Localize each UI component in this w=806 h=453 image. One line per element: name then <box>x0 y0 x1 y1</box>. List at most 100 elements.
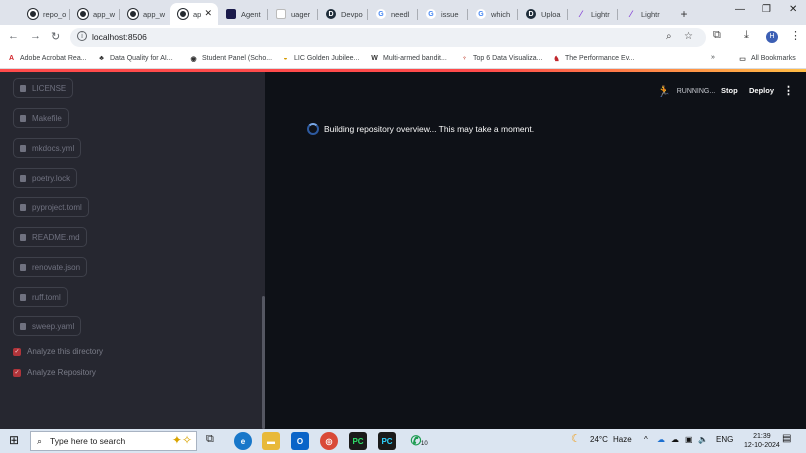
file-button[interactable]: LICENSE <box>13 78 74 98</box>
taskbar: ⊞ ⌕ Type here to search ✦✧ ⧉ e ▬ O ◎ PC … <box>0 429 806 453</box>
stop-button[interactable]: Stop <box>721 86 738 95</box>
site-info-icon[interactable]: i <box>77 31 87 41</box>
chevron-up-icon[interactable]: ^ <box>644 435 648 444</box>
avatar[interactable]: H <box>766 31 778 43</box>
restore-icon[interactable]: ❐ <box>762 4 771 15</box>
tab-label: uager <box>291 9 311 19</box>
download-icon[interactable]: ⤓ <box>744 29 749 42</box>
edge-icon[interactable]: e <box>234 432 252 450</box>
github-icon <box>28 9 38 19</box>
pycharm-ce-icon[interactable]: PC <box>349 432 367 450</box>
file-button[interactable]: pyproject.toml <box>13 197 89 217</box>
adobe-icon: A <box>8 55 15 62</box>
browser-tab[interactable]: uager <box>268 3 318 25</box>
close-tab-icon[interactable]: ✕ <box>204 8 212 19</box>
bookmark-star-icon[interactable]: ☆ <box>684 31 693 42</box>
browser-tab[interactable]: Gneedl <box>368 3 418 25</box>
taskbar-search[interactable]: ⌕ Type here to search ✦✧ <box>30 431 197 451</box>
bookmark-item[interactable]: A Adobe Acrobat Rea... <box>7 54 87 63</box>
file-button[interactable]: renovate.json <box>13 257 88 277</box>
display-icon[interactable]: ▣ <box>685 435 693 444</box>
file-explorer-icon[interactable]: ▬ <box>262 432 280 450</box>
github-icon <box>128 9 138 19</box>
extensions-icon[interactable]: ⧉ <box>713 29 721 42</box>
google-icon: G <box>426 9 436 19</box>
new-tab-icon[interactable]: + <box>674 3 694 25</box>
address-url[interactable]: localhost:8506 <box>92 32 147 42</box>
checkbox-checked-icon[interactable]: ✓ <box>13 347 21 356</box>
file-icon <box>20 322 26 330</box>
browser-tab[interactable]: Gwhich <box>468 3 518 25</box>
loading-spinner: Building repository overview... This may… <box>307 123 534 135</box>
more-bookmarks-icon[interactable]: » <box>711 54 715 61</box>
lic-icon: ◒ <box>283 55 288 62</box>
weather-temp[interactable]: 24°C <box>590 435 608 444</box>
browser-tab[interactable]: ⁄ Lightr <box>568 3 618 25</box>
google-icon: G <box>476 9 486 19</box>
deploy-button[interactable]: Deploy <box>749 86 774 95</box>
back-icon[interactable]: ← <box>8 30 19 42</box>
bookmark-item[interactable]: ♣ Data Quality for AI... <box>97 54 172 63</box>
bookmark-item[interactable]: ◉ Student Panel (Scho... <box>189 54 272 63</box>
browser-tab[interactable]: Agent <box>218 3 268 25</box>
analyze-directory-checkbox[interactable]: ✓ Analyze this directory <box>13 347 103 356</box>
notifications-icon[interactable]: ▤ <box>782 433 791 444</box>
wikipedia-icon: W <box>371 55 378 62</box>
browser-tab[interactable]: D Uploa <box>518 3 568 25</box>
reload-icon[interactable]: ↻ <box>51 30 60 43</box>
onedrive-icon[interactable]: ☁ <box>657 435 665 444</box>
outlook-icon[interactable]: O <box>291 432 309 450</box>
tab-label: repo_o <box>43 9 67 19</box>
checkbox-checked-icon[interactable]: ✓ <box>13 368 21 377</box>
bookmark-item[interactable]: ♞ The Performance Ev... <box>552 54 634 63</box>
browser-tab[interactable]: app_w <box>120 3 170 25</box>
file-icon <box>20 144 26 152</box>
task-view-icon[interactable]: ⧉ <box>206 433 214 446</box>
browser-tab[interactable]: D Devpo <box>318 3 368 25</box>
minimize-icon[interactable]: — <box>735 4 745 15</box>
file-icon <box>20 203 26 211</box>
navigation-bar: ← → ↻ i localhost:8506 ⌕ ☆ <box>0 25 806 49</box>
analyze-repository-checkbox[interactable]: ✓ Analyze Repository <box>13 368 96 377</box>
browser-tab[interactable]: app_w <box>70 3 120 25</box>
bookmark-item[interactable]: W Multi-armed bandit... <box>370 54 447 63</box>
spinner-text: Building repository overview... This may… <box>324 124 535 134</box>
file-button[interactable]: mkdocs.yml <box>13 138 82 158</box>
pycharm-icon[interactable]: PC <box>378 432 396 450</box>
browser-tab-active[interactable]: ap ✕ <box>170 3 218 25</box>
clock-date: 12-10-2024 <box>744 442 780 449</box>
file-button[interactable]: Makefile <box>13 108 69 128</box>
speaker-icon[interactable]: 🔈 <box>698 435 708 444</box>
bookmark-item[interactable]: ◒ LIC Golden Jubilee... <box>281 54 359 63</box>
running-man-icon: 🏃 <box>657 86 671 98</box>
tab-label: issue <box>441 9 459 19</box>
browser-tab[interactable]: repo_o <box>20 3 70 25</box>
cloud-icon[interactable]: ☁ <box>671 435 679 444</box>
data-icon: ♣ <box>99 55 104 62</box>
tab-label: Devpo <box>341 9 363 19</box>
all-bookmarks[interactable]: ▭ All Bookmarks <box>738 54 796 63</box>
copilot-sparkle-icon: ✦✧ <box>171 433 192 447</box>
browser-tab[interactable]: ⁄ Lightr <box>618 3 668 25</box>
windows-start-icon[interactable]: ⊞ <box>9 433 19 447</box>
app-menu-icon[interactable]: ⋮ <box>783 84 794 97</box>
chrome-icon[interactable]: ◎ <box>320 432 338 450</box>
zoom-icon[interactable]: ⌕ <box>666 31 672 42</box>
globe-icon: ◉ <box>190 55 197 63</box>
tab-strip: repo_o app_w app_w ap ✕ Agent uager D Devp… <box>0 0 806 25</box>
file-button[interactable]: sweep.yaml <box>13 316 82 336</box>
forward-icon[interactable]: → <box>30 30 41 42</box>
weather-desc[interactable]: Haze <box>613 435 632 444</box>
bookmarks-bar: A Adobe Acrobat Rea... ♣ Data Quality for … <box>0 49 806 69</box>
bookmark-item[interactable]: ♆ Top 6 Data Visualiza... <box>460 54 543 63</box>
menu-kebab-icon[interactable]: ⋮ <box>790 29 801 42</box>
file-button[interactable]: ruff.toml <box>13 287 68 307</box>
address-bar[interactable]: i localhost:8506 ⌕ ☆ <box>70 28 706 47</box>
agenta-icon <box>226 9 236 19</box>
file-button[interactable]: README.md <box>13 227 87 247</box>
close-window-icon[interactable]: ✕ <box>789 4 797 15</box>
system-clock[interactable]: 21:39 12-10-2024 <box>744 432 780 450</box>
browser-tab[interactable]: Gissue <box>418 3 468 25</box>
language-indicator[interactable]: ENG <box>716 435 733 444</box>
file-button[interactable]: poetry.lock <box>13 168 78 188</box>
